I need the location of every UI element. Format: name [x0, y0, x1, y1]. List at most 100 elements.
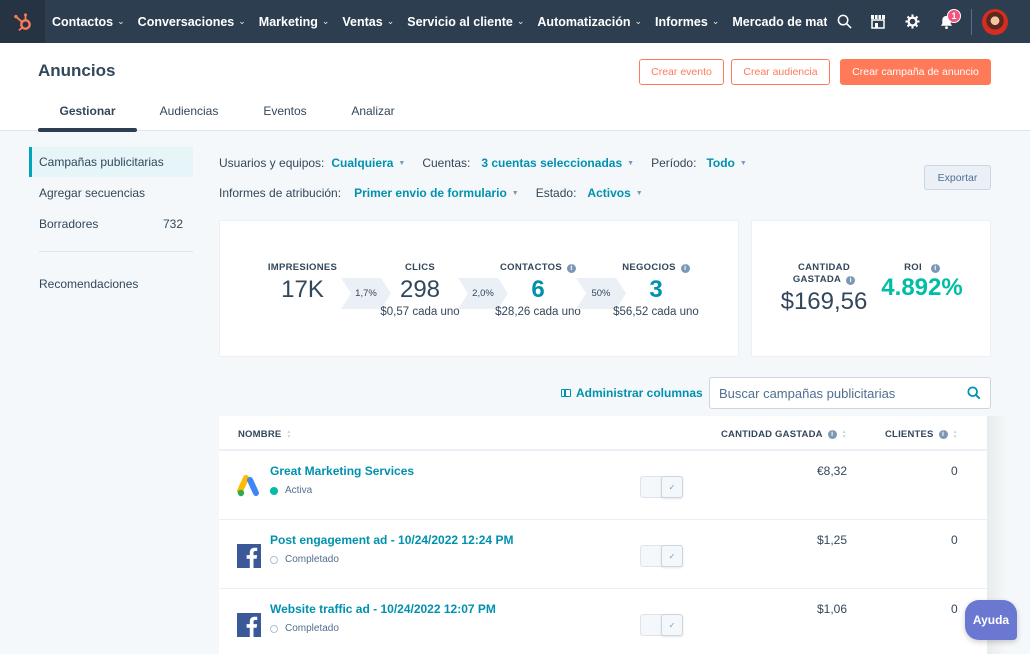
sidebar-item-campanas-publicitarias[interactable]: Campañas publicitarias	[29, 147, 193, 177]
clicks-value: 298	[399, 276, 441, 303]
facebook-icon	[237, 544, 261, 568]
search-input[interactable]	[719, 385, 967, 401]
period-label: Período:	[651, 156, 697, 170]
info-icon[interactable]: i	[567, 263, 576, 273]
metric-amount-spent: CANTIDAD GASTADA i $169,56	[774, 262, 874, 316]
campaign-name-link[interactable]: Great Marketing Services	[270, 464, 414, 478]
nav-automatizacion[interactable]: Automatización ⌄	[537, 15, 642, 29]
create-audience-button[interactable]: Crear audiencia	[731, 59, 830, 85]
column-header-name[interactable]: NOMBRE ▲ ▼	[238, 429, 292, 440]
filter-row-2: Informes de atribución: Primer envio de …	[219, 184, 764, 202]
search-icon	[837, 14, 852, 29]
page-title: Anuncios	[38, 61, 116, 80]
nav-mercado-de-materiales[interactable]: Mercado de materiales⌄	[732, 15, 827, 29]
clients-cell: 0	[951, 464, 958, 478]
create-ad-campaign-button[interactable]: Crear campaña de anuncio	[840, 59, 991, 85]
nav-ventas[interactable]: Ventas ⌄	[342, 15, 394, 29]
caret-down-icon: ▼	[635, 189, 643, 197]
marketplace-button[interactable]	[861, 0, 895, 43]
info-icon[interactable]: i	[938, 430, 948, 439]
chevron-down-icon: ⌄	[117, 16, 125, 26]
sidebar-item-agregar-secuencias[interactable]: Agregar secuencias	[29, 178, 193, 208]
status-label: Estado:	[535, 186, 577, 200]
nav-contactos[interactable]: Contactos ⌄	[52, 15, 125, 29]
metric-clicks: CLICS 298 $0,57 cada uno	[375, 262, 465, 318]
campaign-toggle[interactable]: ✓	[640, 614, 683, 636]
metric-roi: ROI i 4.892%	[877, 262, 967, 302]
manage-columns-button[interactable]: Administrar columnas	[561, 386, 703, 400]
sidebar-divider	[39, 251, 193, 252]
info-icon[interactable]: i	[827, 430, 837, 439]
status-dot-icon	[270, 486, 278, 495]
clients-cell: 0	[951, 533, 958, 547]
attribution-dropdown[interactable]: Primer envio de formulario ▼	[354, 186, 519, 200]
tab-eventos[interactable]: Eventos	[241, 99, 329, 131]
tab-bar: Gestionar Audiencias Eventos Analizar	[38, 99, 417, 132]
user-avatar[interactable]	[982, 8, 1008, 35]
help-button[interactable]: Ayuda	[965, 600, 1017, 640]
chevron-down-icon: ⌄	[711, 16, 720, 26]
chevron-down-icon: ⌄	[516, 16, 525, 26]
nav-informes[interactable]: Informes ⌄	[655, 15, 719, 29]
check-icon: ✓	[661, 476, 683, 498]
check-icon: ✓	[661, 545, 683, 567]
tab-gestionar[interactable]: Gestionar	[38, 99, 137, 132]
campaign-name-link[interactable]: Post engagement ad - 10/24/2022 12:24 PM	[270, 533, 513, 547]
campaign-status: Activa	[270, 485, 312, 496]
notifications-button[interactable]: 1	[929, 0, 963, 43]
create-event-button[interactable]: Crear evento	[639, 59, 724, 85]
impressions-value: 17K	[281, 276, 324, 303]
attribution-label: Informes de atribución:	[219, 186, 342, 200]
settings-button[interactable]	[895, 0, 929, 43]
nav-divider	[971, 8, 972, 35]
table-row: Website traffic ad - 10/24/2022 12:07 PM…	[219, 589, 987, 654]
accounts-dropdown[interactable]: 3 cuentas seleccionadas ▼	[481, 156, 634, 170]
users-teams-dropdown[interactable]: Cualquiera ▼	[331, 156, 405, 170]
search-icon[interactable]	[967, 386, 981, 400]
hubspot-logo[interactable]	[0, 0, 45, 43]
deals-value: 3	[649, 276, 663, 303]
info-icon[interactable]: i	[930, 263, 940, 273]
marketplace-icon	[871, 15, 885, 29]
status-dot-icon	[270, 624, 278, 633]
status-dropdown[interactable]: Activos ▼	[587, 186, 642, 200]
hubspot-sprocket-icon	[13, 12, 31, 31]
accounts-label: Cuentas:	[422, 156, 471, 170]
period-dropdown[interactable]: Todo ▼	[706, 156, 746, 170]
tab-analizar[interactable]: Analizar	[329, 99, 417, 131]
caret-down-icon: ▼	[627, 159, 635, 167]
tab-audiencias[interactable]: Audiencias	[137, 99, 241, 131]
info-icon[interactable]: i	[680, 263, 690, 273]
amount-spent-cell: $1,25	[816, 533, 847, 547]
campaign-toggle[interactable]: ✓	[640, 545, 683, 567]
column-header-clients[interactable]: CLIENTES i ▲ ▼	[885, 429, 958, 440]
chevron-down-icon: ⌄	[634, 16, 643, 26]
top-navigation: Contactos ⌄ Conversaciones ⌄ Marketing ⌄ Ve…	[0, 0, 1030, 43]
caret-down-icon: ▼	[398, 159, 406, 167]
sidebar-item-recomendaciones[interactable]: Recomendaciones	[29, 269, 193, 299]
sidebar-item-borradores[interactable]: Borradores 732	[29, 209, 193, 239]
table-row: Post engagement ad - 10/24/2022 12:24 PM…	[219, 520, 987, 589]
campaign-toggle[interactable]: ✓	[640, 476, 683, 498]
search-button[interactable]	[827, 0, 861, 43]
notification-badge: 1	[947, 9, 961, 23]
filter-row-1: Usuarios y equipos: Cualquiera ▼ Cuentas:…	[219, 154, 764, 172]
drafts-count: 732	[162, 217, 183, 231]
nav-marketing[interactable]: Marketing ⌄	[259, 15, 330, 29]
campaign-status: Completado	[270, 623, 339, 634]
amount-spent-cell: $1,06	[816, 602, 847, 616]
columns-icon	[561, 389, 571, 397]
info-icon[interactable]: i	[846, 275, 856, 285]
export-button[interactable]: Exportar	[924, 165, 991, 190]
caret-down-icon: ▼	[739, 159, 747, 167]
status-dot-icon	[270, 555, 278, 564]
nav-conversaciones[interactable]: Conversaciones ⌄	[138, 15, 246, 29]
table-header: NOMBRE ▲ ▼ CANTIDAD GASTADA i ▲ ▼ CLIENTES…	[219, 416, 987, 451]
nav-servicio-al-cliente[interactable]: Servicio al cliente ⌄	[407, 15, 524, 29]
check-icon: ✓	[661, 614, 683, 636]
sort-icon: ▲ ▼	[286, 428, 292, 440]
column-header-amount-spent[interactable]: CANTIDAD GASTADA i ▲ ▼	[721, 429, 847, 440]
campaign-name-link[interactable]: Website traffic ad - 10/24/2022 12:07 PM	[270, 602, 496, 616]
chevron-down-icon: ⌄	[238, 16, 246, 26]
main-menu: Contactos ⌄ Conversaciones ⌄ Marketing ⌄ Ve…	[45, 0, 827, 43]
